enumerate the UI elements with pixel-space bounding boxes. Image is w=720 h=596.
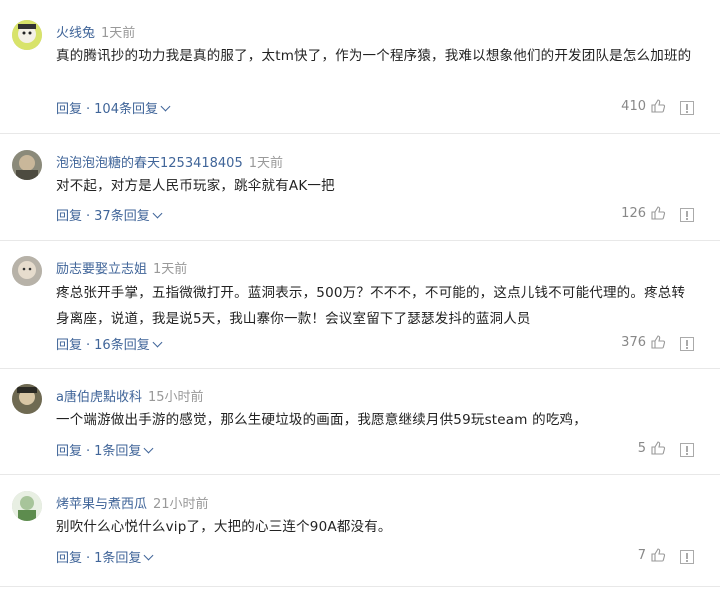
replies-toggle[interactable]: 37条回复: [94, 208, 163, 224]
user-avatar[interactable]: [12, 491, 42, 521]
comment-time: 1天前: [248, 156, 283, 171]
comment-text: 真的腾讯抄的功力我是真的服了，太tm快了，作为一个程序猿，我难以想象他们的开发团…: [56, 48, 692, 64]
separator-dot: ·: [86, 444, 91, 459]
comment-text: 一个端游做出手游的感觉，那么生硬垃圾的画面，我愿意继续月供59玩steam 的吃…: [56, 412, 587, 428]
comment-actions: 回复 · 37条回复: [56, 205, 163, 224]
separator-dot: ·: [86, 102, 91, 117]
username-text[interactable]: 励志要娶立志姐: [56, 262, 147, 277]
avatar-image-icon: [12, 384, 42, 414]
reply-button[interactable]: 回复: [56, 209, 82, 224]
user-avatar[interactable]: [12, 150, 42, 180]
user-avatar[interactable]: [12, 384, 42, 414]
comment-text: 对不起，对方是人民币玩家，跳伞就有AK一把: [56, 178, 335, 194]
comment-username[interactable]: 火线兔 1天前: [56, 22, 135, 41]
replies-toggle[interactable]: 1条回复: [94, 550, 154, 566]
thumbs-up-icon: [651, 206, 666, 220]
avatar-image-icon: [12, 20, 42, 50]
report-icon[interactable]: [680, 337, 694, 351]
reply-button[interactable]: 回复: [56, 444, 82, 459]
report-icon[interactable]: [680, 101, 694, 115]
divider: [0, 133, 720, 134]
replies-count: 1条回复: [94, 444, 142, 459]
like-count: 126: [621, 205, 646, 221]
replies-count: 1条回复: [94, 551, 142, 566]
divider: [0, 474, 720, 475]
like-button[interactable]: 5: [638, 440, 666, 456]
username-text[interactable]: 烤苹果与煮西瓜: [56, 497, 147, 512]
comment-username[interactable]: 泡泡泡泡糖的春天1253418405 1天前: [56, 152, 283, 171]
username-text[interactable]: 泡泡泡泡糖的春天1253418405: [56, 156, 243, 171]
like-count: 5: [637, 440, 646, 456]
comment-text: 别吹什么心悦什么vip了，大把的心三连个90A都没有。: [56, 519, 392, 535]
chevron-down-icon: [152, 337, 163, 348]
comment-username[interactable]: 烤苹果与煮西瓜 21小时前: [56, 493, 209, 512]
replies-count: 104条回复: [94, 102, 158, 117]
like-count: 376: [621, 334, 646, 350]
separator-dot: ·: [86, 551, 91, 566]
chevron-down-icon: [143, 550, 154, 561]
comment-text: 疼总张开手掌，五指微微打开。蓝洞表示，500万？不不不，不可能的，这点儿钱不可能…: [56, 285, 686, 327]
chevron-down-icon: [152, 208, 163, 219]
like-count: 7: [637, 547, 646, 563]
thumbs-up-icon: [651, 548, 666, 562]
replies-toggle[interactable]: 16条回复: [94, 337, 163, 353]
replies-toggle[interactable]: 1条回复: [94, 443, 154, 459]
thumbs-up-icon: [651, 335, 666, 349]
user-avatar[interactable]: [12, 20, 42, 50]
report-icon[interactable]: [680, 443, 694, 457]
thumbs-up-icon: [651, 441, 666, 455]
like-button[interactable]: 7: [638, 547, 666, 563]
avatar-image-icon: [12, 150, 42, 180]
divider: [0, 586, 720, 587]
comment-actions: 回复 · 1条回复: [56, 547, 154, 566]
report-icon[interactable]: [680, 550, 694, 564]
divider: [0, 240, 720, 241]
chevron-down-icon: [143, 443, 154, 454]
comment-actions: 回复 · 16条回复: [56, 334, 163, 353]
comment-time: 21小时前: [153, 497, 209, 512]
like-count: 410: [621, 98, 646, 114]
separator-dot: ·: [86, 338, 91, 353]
comment-actions: 回复 · 104条回复: [56, 98, 171, 117]
comment-time: 1天前: [153, 262, 188, 277]
username-text[interactable]: 火线兔: [56, 26, 95, 41]
chevron-down-icon: [160, 101, 171, 112]
user-avatar[interactable]: [12, 256, 42, 286]
comment-username[interactable]: a唐伯虎點收科 15小时前: [56, 386, 204, 405]
reply-button[interactable]: 回复: [56, 551, 82, 566]
comment-actions: 回复 · 1条回复: [56, 440, 154, 459]
avatar-image-icon: [12, 491, 42, 521]
username-text[interactable]: a唐伯虎點收科: [56, 390, 142, 405]
separator-dot: ·: [86, 209, 91, 224]
like-button[interactable]: 376: [621, 334, 666, 350]
replies-count: 37条回复: [94, 209, 150, 224]
comment-username[interactable]: 励志要娶立志姐 1天前: [56, 258, 187, 277]
report-icon[interactable]: [680, 208, 694, 222]
replies-toggle[interactable]: 104条回复: [94, 101, 171, 117]
reply-button[interactable]: 回复: [56, 102, 82, 117]
comment-time: 1天前: [101, 26, 136, 41]
like-button[interactable]: 410: [621, 98, 666, 114]
thumbs-up-icon: [651, 99, 666, 113]
reply-button[interactable]: 回复: [56, 338, 82, 353]
comment-time: 15小时前: [147, 390, 204, 405]
avatar-image-icon: [12, 256, 42, 286]
replies-count: 16条回复: [94, 338, 150, 353]
like-button[interactable]: 126: [621, 205, 666, 221]
divider: [0, 368, 720, 369]
